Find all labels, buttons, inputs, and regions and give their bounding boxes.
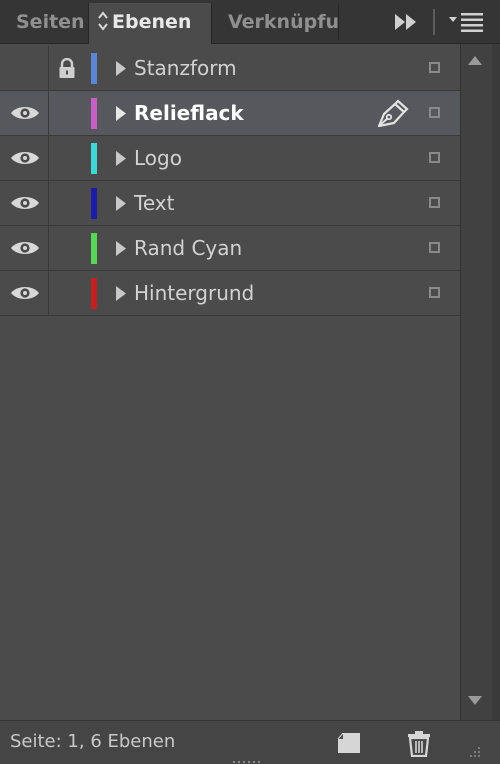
layer-select-checkbox[interactable] bbox=[429, 62, 440, 73]
layer-select-checkbox[interactable] bbox=[429, 107, 440, 118]
tab-seiten[interactable]: Seiten bbox=[0, 3, 88, 44]
tab-seiten-label: Seiten bbox=[16, 11, 85, 33]
vertical-scrollbar[interactable] bbox=[460, 44, 492, 720]
expand-triangle-icon[interactable] bbox=[115, 195, 127, 212]
eye-icon bbox=[11, 197, 39, 209]
visibility-toggle[interactable] bbox=[0, 271, 49, 315]
layer-color-swatch bbox=[91, 278, 97, 309]
layer-name[interactable]: Logo bbox=[134, 136, 182, 180]
layer-color-swatch bbox=[91, 53, 97, 84]
layer-select-checkbox[interactable] bbox=[429, 197, 440, 208]
layer-row-relieflack[interactable]: Relieflack bbox=[0, 91, 460, 136]
expand-triangle-icon[interactable] bbox=[115, 150, 127, 167]
lock-toggle[interactable] bbox=[48, 271, 84, 315]
panel-footer: Seite: 1, 6 Ebenen bbox=[0, 720, 500, 764]
layer-row-text[interactable]: Text bbox=[0, 181, 460, 226]
layer-name[interactable]: Relieflack bbox=[134, 91, 244, 135]
layer-color-swatch bbox=[91, 98, 97, 129]
eye-icon bbox=[11, 287, 39, 299]
trash-icon[interactable] bbox=[405, 729, 433, 757]
lock-icon bbox=[59, 58, 75, 78]
layer-list: Stanzform Relieflack Logo Text Rand Cyan… bbox=[0, 46, 460, 316]
scroll-down-arrow-icon[interactable] bbox=[466, 694, 484, 708]
layer-row-logo[interactable]: Logo bbox=[0, 136, 460, 181]
expand-triangle-icon[interactable] bbox=[115, 105, 127, 122]
layer-color-swatch bbox=[91, 143, 97, 174]
layer-row-rand-cyan[interactable]: Rand Cyan bbox=[0, 226, 460, 271]
visibility-toggle[interactable] bbox=[0, 91, 49, 135]
fast-forward-icon[interactable] bbox=[394, 12, 418, 32]
resize-grip-icon[interactable] bbox=[462, 745, 482, 761]
layer-row-hintergrund[interactable]: Hintergrund bbox=[0, 271, 460, 316]
new-layer-icon[interactable] bbox=[336, 731, 362, 755]
tab-ebenen-label: Ebenen bbox=[112, 11, 192, 33]
layer-select-checkbox[interactable] bbox=[429, 242, 440, 253]
visibility-toggle[interactable] bbox=[0, 181, 49, 225]
lock-toggle[interactable] bbox=[48, 46, 84, 90]
visibility-toggle[interactable] bbox=[0, 226, 49, 270]
lock-toggle[interactable] bbox=[48, 136, 84, 180]
visibility-toggle[interactable] bbox=[0, 136, 49, 180]
expand-triangle-icon[interactable] bbox=[115, 240, 127, 257]
lock-toggle[interactable] bbox=[48, 226, 84, 270]
layer-row-stanzform[interactable]: Stanzform bbox=[0, 46, 460, 91]
panel-tab-bar: Seiten Ebenen Verknüpfu bbox=[0, 0, 500, 44]
lock-toggle[interactable] bbox=[48, 181, 84, 225]
toolbar-divider bbox=[433, 9, 435, 35]
panel-menu-icon[interactable] bbox=[448, 11, 484, 33]
status-text: Seite: 1, 6 Ebenen bbox=[10, 731, 176, 752]
tab-divider bbox=[338, 4, 339, 40]
layer-name[interactable]: Rand Cyan bbox=[134, 226, 242, 270]
layer-select-checkbox[interactable] bbox=[429, 287, 440, 298]
pen-icon bbox=[377, 99, 409, 128]
layer-name[interactable]: Hintergrund bbox=[134, 271, 254, 315]
layer-color-swatch bbox=[91, 233, 97, 264]
panel-right-edge bbox=[492, 44, 500, 720]
expand-triangle-icon[interactable] bbox=[115, 60, 127, 77]
lock-toggle[interactable] bbox=[48, 91, 84, 135]
tab-ebenen[interactable]: Ebenen bbox=[88, 3, 212, 44]
visibility-toggle[interactable] bbox=[0, 46, 49, 90]
layer-name[interactable]: Stanzform bbox=[134, 46, 237, 90]
expand-triangle-icon[interactable] bbox=[115, 285, 127, 302]
scroll-up-arrow-icon[interactable] bbox=[466, 53, 484, 67]
layer-select-checkbox[interactable] bbox=[429, 152, 440, 163]
layer-name[interactable]: Text bbox=[134, 181, 174, 225]
tab-verknuepfungen[interactable]: Verknüpfu bbox=[214, 3, 338, 44]
eye-icon bbox=[11, 242, 39, 254]
tab-verknuepfungen-label: Verknüpfu bbox=[228, 11, 338, 33]
eye-icon bbox=[11, 152, 39, 164]
layer-color-swatch bbox=[91, 188, 97, 219]
sort-arrows-icon bbox=[98, 10, 108, 31]
eye-icon bbox=[11, 107, 39, 119]
